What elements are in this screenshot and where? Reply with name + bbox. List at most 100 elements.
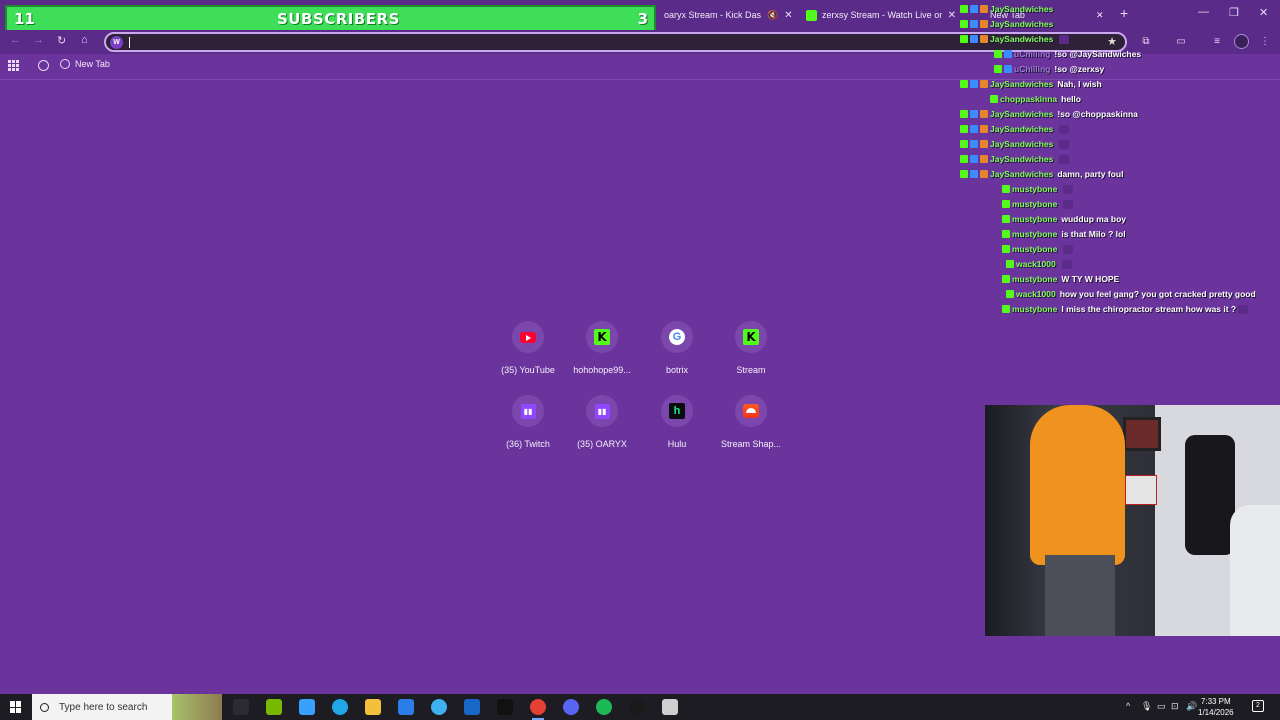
spotify-icon[interactable] <box>596 699 612 715</box>
kick-badge-icon <box>960 140 968 148</box>
subscriber-badge-icon <box>980 110 988 118</box>
shortcut-oaryx[interactable]: ▮▮ (35) OARYX <box>565 395 639 449</box>
chat-username: wack1000 <box>1016 289 1056 299</box>
microphone-icon[interactable]: 🎙 <box>1141 701 1152 712</box>
search-highlight-image <box>172 694 222 720</box>
subscriber-badge-icon <box>980 35 988 43</box>
chat-text: damn, party foul <box>1057 169 1124 179</box>
shortcut-label: hohohope99... <box>573 365 631 375</box>
chat-message: mustybone wuddup ma boy <box>1002 212 1126 226</box>
file-explorer-icon[interactable] <box>365 699 381 715</box>
subscriber-badge-icon <box>980 140 988 148</box>
store-icon[interactable] <box>398 699 414 715</box>
chat-text: !so @JaySandwiches <box>1054 49 1142 59</box>
reload-icon[interactable]: ↻ <box>57 34 66 47</box>
kick-badge-icon <box>990 95 998 103</box>
apps-grid-icon[interactable] <box>8 60 19 71</box>
globe-icon <box>60 59 70 69</box>
subscriber-badge-icon <box>980 125 988 133</box>
settings-icon[interactable] <box>662 699 678 715</box>
obs-icon[interactable] <box>629 699 645 715</box>
shortcut-hulu[interactable]: h Hulu <box>640 395 714 449</box>
task-view-icon[interactable] <box>233 699 249 715</box>
taskbar-clock[interactable]: 7:33 PM 1/14/2026 <box>1198 696 1234 718</box>
tab-oaryx-dashboard[interactable]: oaryx Stream - Kick Dashbo 🔇 ✕ <box>664 4 794 26</box>
home-icon[interactable]: ⌂ <box>81 34 88 46</box>
kick-badge-icon <box>994 50 1002 58</box>
display-icon[interactable]: ▭ <box>1157 701 1166 712</box>
shortcut-icon-bg: G <box>661 321 693 353</box>
chat-username: mustybone <box>1012 304 1058 314</box>
kick-badge-icon <box>960 155 968 163</box>
shortcut-stream-shapes[interactable]: Stream Shap... <box>714 395 788 449</box>
clock-date: 1/14/2026 <box>1198 708 1234 717</box>
kick-icon: K <box>743 329 759 345</box>
shortcut-stream[interactable]: K Stream <box>714 321 788 375</box>
close-tab-icon[interactable]: ✕ <box>948 10 956 21</box>
youtube-icon <box>520 331 536 343</box>
webcam-feed <box>985 405 1280 636</box>
show-hidden-icons-icon[interactable]: ^ <box>1126 701 1130 711</box>
chat-message: uChilling !so @JaySandwiches <box>994 47 1141 61</box>
emote-icon <box>1061 259 1072 269</box>
muted-speaker-icon[interactable]: 🔇 <box>767 10 778 21</box>
kick-badge-icon <box>1002 230 1010 238</box>
webcam-wall-sign <box>1125 475 1157 505</box>
tab-zerxsy-stream[interactable]: zerxsy Stream - Watch Live on ✕ <box>806 4 956 26</box>
moderator-badge-icon <box>970 155 978 163</box>
outlook-icon[interactable] <box>464 699 480 715</box>
kick-badge-icon <box>960 125 968 133</box>
emote-icon <box>1059 139 1070 149</box>
windows-start-icon[interactable] <box>10 701 22 713</box>
shortcut-icon-bg: ▮▮ <box>512 395 544 427</box>
forward-icon[interactable]: → <box>33 34 44 46</box>
taskbar: Type here to search ^ 🎙 ▭ ⊡ 🔊 7:33 PM 1/… <box>0 694 1280 720</box>
kick-badge-icon <box>1002 215 1010 223</box>
kick-badge-icon <box>994 65 1002 73</box>
bookmark-label: New Tab <box>75 59 110 69</box>
chat-username: uChilling <box>1014 49 1051 59</box>
chat-username: mustybone <box>1012 214 1058 224</box>
shortcut-twitch[interactable]: ▮▮ (36) Twitch <box>491 395 565 449</box>
bookmark-new-tab[interactable]: New Tab <box>60 59 110 69</box>
back-icon[interactable]: ← <box>10 34 21 46</box>
chat-text: is that Milo ? lol <box>1061 229 1126 239</box>
chrome-icon[interactable] <box>530 699 546 720</box>
moderator-badge-icon <box>1004 50 1012 58</box>
chat-username: JaySandwiches <box>990 124 1054 134</box>
edge-icon[interactable] <box>332 699 348 715</box>
chat-text: !so @zerxsy <box>1054 64 1105 74</box>
kick-badge-icon <box>960 170 968 178</box>
notification-center-icon[interactable]: 2 <box>1252 700 1264 712</box>
tab-title: zerxsy Stream - Watch Live on <box>822 10 942 20</box>
chat-message: JaySandwiches <box>960 122 1070 136</box>
nvidia-icon[interactable] <box>266 699 282 715</box>
webcam-person-pants <box>1045 555 1115 636</box>
kick-icon <box>806 9 817 21</box>
taskbar-search-box[interactable]: Type here to search <box>32 694 222 720</box>
emote-icon <box>1063 244 1074 254</box>
shortcut-label: Stream Shap... <box>720 439 782 449</box>
shortcut-icon-bg: ▮▮ <box>586 395 618 427</box>
chat-text: Nah, I wish <box>1057 79 1102 89</box>
photos-icon[interactable] <box>431 699 447 715</box>
shortcut-botrix[interactable]: G botrix <box>640 321 714 375</box>
emote-icon <box>1063 184 1074 194</box>
network-icon[interactable]: ⊡ <box>1171 701 1179 712</box>
moderator-badge-icon <box>970 110 978 118</box>
discord-icon[interactable] <box>563 699 579 715</box>
subscriber-goal-overlay: 11 SUBSCRIBERS 3 <box>5 5 656 32</box>
tiktok-icon[interactable] <box>497 699 513 715</box>
volume-icon[interactable]: 🔊 <box>1186 701 1197 712</box>
site-info-icon[interactable]: W <box>110 36 123 49</box>
chat-username: JaySandwiches <box>990 19 1054 29</box>
chat-message: mustybone W TY W HOPE <box>1002 272 1119 286</box>
shortcut-youtube[interactable]: (35) YouTube <box>491 321 565 375</box>
kick-badge-icon <box>960 5 968 13</box>
text-caret <box>129 37 130 48</box>
copilot-icon[interactable] <box>299 699 315 715</box>
globe-icon[interactable] <box>38 60 49 71</box>
close-tab-icon[interactable]: ✕ <box>784 10 792 21</box>
kick-badge-icon <box>1002 200 1010 208</box>
shortcut-hohohope[interactable]: K hohohope99... <box>565 321 639 375</box>
